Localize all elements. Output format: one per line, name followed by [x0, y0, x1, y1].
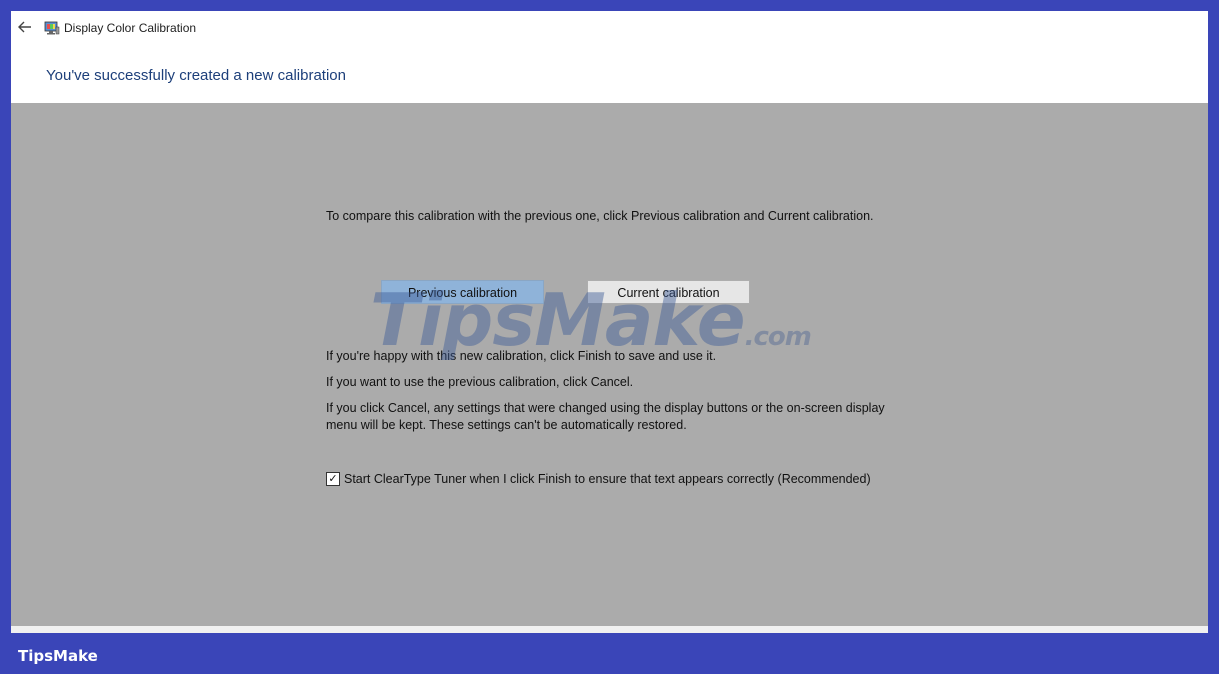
window-title: Display Color Calibration [64, 21, 197, 35]
cleartype-checkbox[interactable]: ✓ [326, 472, 340, 486]
cleartype-option[interactable]: ✓ Start ClearType Tuner when I click Fin… [326, 470, 871, 488]
footer-brand: TipsMake [18, 647, 98, 665]
finish-instructions: If you're happy with this new calibratio… [326, 349, 717, 363]
page-title: You've successfully created a new calibr… [46, 67, 346, 84]
content-area: To compare this calibration with the pre… [11, 103, 1208, 626]
page-header: You've successfully created a new calibr… [11, 45, 1208, 103]
title-bar: Display Color Calibration [11, 11, 1208, 45]
previous-calibration-button[interactable]: Previous calibration [381, 280, 544, 304]
bottom-bar [11, 626, 1208, 633]
app-window: Display Color Calibration You've success… [11, 11, 1208, 633]
arrow-left-icon [18, 21, 31, 33]
screenshot-frame: Display Color Calibration You've success… [0, 0, 1219, 674]
cancel-instructions: If you want to use the previous calibrat… [326, 375, 634, 389]
back-button[interactable] [15, 17, 35, 37]
cancel-warning: If you click Cancel, any settings that w… [326, 401, 885, 432]
compare-instructions: To compare this calibration with the pre… [326, 209, 874, 223]
cleartype-checkbox-label[interactable]: Start ClearType Tuner when I click Finis… [344, 472, 871, 486]
display-calibration-icon [44, 21, 60, 35]
current-calibration-button[interactable]: Current calibration [587, 280, 750, 304]
